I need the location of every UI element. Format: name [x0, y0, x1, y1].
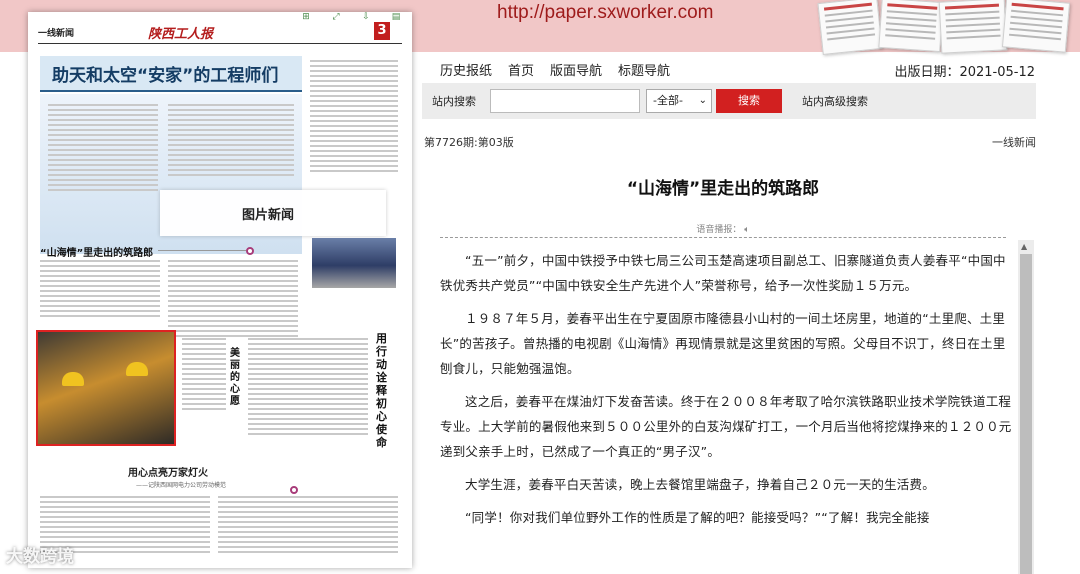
helmet-shape: [62, 372, 84, 386]
newspaper-header: 一线新闻 陕西工人报 3: [38, 22, 402, 44]
scroll-up-icon[interactable]: ▲: [1021, 242, 1027, 251]
article-paragraph: 这之后，姜春平在煤油灯下发奋苦读。终于在２００８年考取了哈尔滨铁路职业技术学院铁…: [440, 394, 1012, 459]
search-label: 站内搜索: [432, 95, 476, 108]
nav-home[interactable]: 首页: [508, 60, 534, 79]
text-column: [218, 496, 398, 556]
picture-news-label: 图片新闻: [242, 208, 295, 223]
tts-label: 语音播报：: [696, 225, 742, 235]
subline-bottom: ——记陕西国网电力公司劳动模范: [136, 482, 227, 489]
page-toolbar: ⊞ ⤢ ⇩ ▤ ⚙: [298, 12, 412, 22]
headline-top-area[interactable]: 助天和太空“安家”的工程师们: [40, 56, 302, 92]
vertical-headline-small[interactable]: 美丽的心愿: [230, 348, 242, 408]
hotspot-dot-icon[interactable]: [246, 247, 254, 255]
search-scope-select[interactable]: -全部- ⌄: [646, 89, 712, 113]
main-nav: 历史报纸 首页 版面导航 标题导航: [440, 60, 670, 79]
nav-history[interactable]: 历史报纸: [440, 60, 492, 79]
text-column: [310, 60, 398, 175]
watermark-logo: 大数跨境: [6, 547, 74, 567]
text-column: [168, 104, 294, 179]
headline-top: 助天和太空“安家”的工程师们: [52, 66, 279, 86]
article-paragraph: “同学！你对我们单位野外工作的性质是了解的吧？能接受吗？”“了解！我完全能接: [465, 510, 930, 525]
article-paragraph: 大学生涯，姜春平白天苦读，晚上去餐馆里端盘子，挣着自己２０元一天的生活费。: [465, 477, 935, 492]
article-section: 一线新闻: [992, 136, 1036, 149]
nav-page-navigation[interactable]: 版面导航: [550, 60, 602, 79]
newspaper-section-label: 一线新闻: [38, 29, 75, 39]
article-divider: [440, 237, 1006, 238]
scrollbar-thumb[interactable]: [1020, 254, 1032, 574]
conference-photo[interactable]: [312, 238, 396, 288]
headline-bottom[interactable]: 用心点亮万家灯火: [128, 464, 208, 479]
search-bar: 站内搜索 -全部- ⌄ 搜索 站内高级搜索: [422, 83, 1036, 119]
text-column: [182, 338, 226, 413]
speaker-icon[interactable]: 🔈︎: [744, 225, 749, 235]
search-input[interactable]: [490, 89, 640, 113]
article-paragraph: １９８７年５月，姜春平出生在宁夏固原市隆德县小山村的一间土坯房里，地道的“土里爬…: [440, 311, 1006, 376]
text-column: [168, 260, 298, 340]
divider: [158, 250, 246, 251]
helmet-shape: [126, 362, 148, 376]
chevron-down-icon: ⌄: [698, 95, 707, 106]
nav-title-navigation[interactable]: 标题导航: [618, 60, 670, 79]
banner-paper-decoration: [1001, 0, 1071, 53]
article-paragraph: “五一”前夕，中国中铁授予中铁七局三公司玉楚高速项目副总工、旧寨隧道负责人姜春平…: [440, 253, 1006, 293]
hotspot-dot-icon[interactable]: [290, 486, 298, 494]
zoom-in-icon[interactable]: ⊞: [298, 12, 314, 22]
pdf-icon[interactable]: ▤: [388, 12, 404, 22]
vertical-headline[interactable]: 用行动诠释初心使命: [376, 332, 390, 449]
banner-paper-decoration: [878, 0, 944, 53]
banner-paper-decoration: [817, 0, 883, 55]
article-body: “五一”前夕，中国中铁授予中铁七局三公司玉楚高速项目副总工、旧寨隧道负责人姜春平…: [440, 248, 1012, 574]
publish-date: 出版日期：2021-05-12: [894, 65, 1035, 80]
issue-number: 第7726期:第03版: [424, 136, 514, 149]
search-scope-value: -全部-: [653, 94, 683, 107]
headline-article-link[interactable]: “山海情”里走出的筑路郎: [40, 244, 153, 259]
search-button[interactable]: 搜索: [716, 89, 782, 113]
text-column: [48, 104, 158, 194]
text-column: [40, 260, 160, 320]
worker-photo-selected[interactable]: [36, 330, 176, 446]
advanced-search-link[interactable]: 站内高级搜索: [802, 93, 868, 109]
download-icon[interactable]: ⇩: [358, 12, 374, 22]
newspaper-page-image[interactable]: ⊞ ⤢ ⇩ ▤ ⚙ 一线新闻 陕西工人报 3 助天和太空“安家”的工程师们 图片…: [28, 12, 412, 568]
article-title: “山海情”里走出的筑路郎: [626, 179, 820, 199]
banner-paper-decoration: [938, 0, 1008, 54]
article-scrollbar[interactable]: ▲: [1018, 240, 1034, 574]
text-to-speech[interactable]: 语音播报： 🔈︎: [440, 222, 1006, 235]
newspaper-page-number: 3: [374, 22, 390, 40]
newspaper-masthead: 陕西工人报: [148, 27, 214, 42]
site-url[interactable]: http://paper.sxworker.com: [497, 2, 714, 24]
picture-news-popup[interactable]: 图片新闻: [160, 190, 386, 236]
text-column: [248, 338, 368, 438]
expand-icon[interactable]: ⤢: [328, 12, 344, 22]
